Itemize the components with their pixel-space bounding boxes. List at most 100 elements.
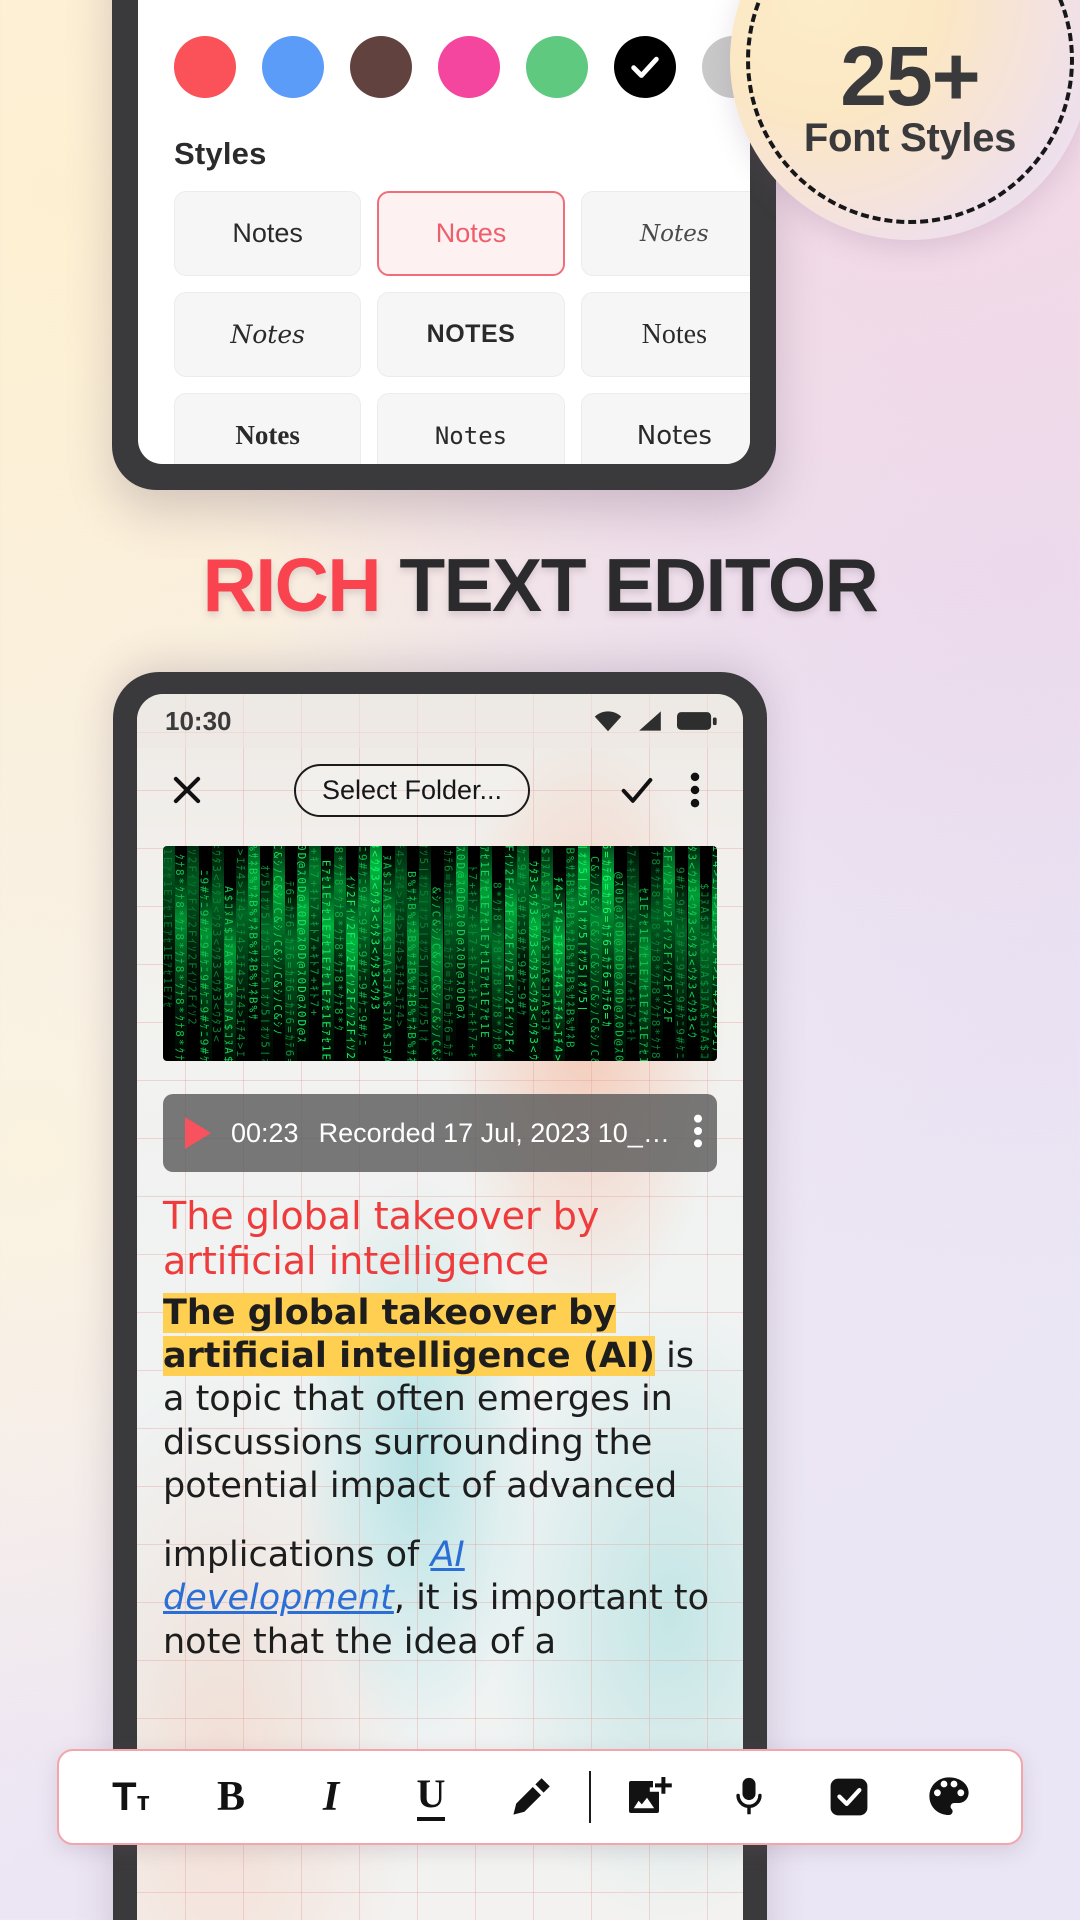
swatch-brown[interactable]	[350, 36, 412, 98]
badge-number: 25+	[840, 28, 980, 123]
styles-section-title: Styles	[174, 136, 267, 171]
page-title-accent: RICH	[202, 543, 382, 627]
app-bar-actions	[611, 764, 721, 816]
color-swatch-row	[174, 36, 750, 98]
matrix-code-column: %ｻﾈB%ｻﾈB%ｻﾈB%ｻﾈB%ｻﾈB%ｻﾈB%ｻ	[248, 846, 261, 1027]
page-title-main: TEXT EDITOR	[399, 543, 879, 627]
page-title: RICH TEXT EDITOR	[0, 542, 1080, 628]
style-card-0[interactable]: Notes	[174, 191, 362, 276]
swatch-red[interactable]	[174, 36, 236, 98]
styles-grid: Notes Notes Notes Notes NOTES Notes Note…	[174, 191, 750, 464]
color-palette-button[interactable]	[899, 1751, 999, 1843]
select-folder-button[interactable]: Select Folder...	[293, 763, 531, 817]
italic-button[interactable]: I	[281, 1751, 381, 1843]
style-card-5[interactable]: Notes	[580, 292, 750, 377]
matrix-code-column: ﾁ4>ｴﾁ4>ｴﾁ4>ｴﾁ4>ｴﾁ4>ｴﾁ4>ｴﾁ4	[553, 877, 566, 1061]
matrix-code-column: #ｹﾆ9#ｹﾆ9#ｹﾆ9#ｹﾆ9#ｹﾆ9#ｹﾆ9#ｹ	[516, 846, 529, 1023]
style-card-1-active[interactable]: Notes	[377, 191, 565, 276]
matrix-code-column: 2Fｲｿ2Fｲｿ2Fｲｿ2Fｲｿ2Fｲｿ2Fｲｿ2F	[663, 846, 676, 1029]
add-image-button[interactable]	[599, 1751, 699, 1843]
matrix-code-column: ｶﾃ6=ｶﾃ6=ｶﾃ6=ｶﾃ6=ｶﾃ6=ｶﾃ6=ｶﾃ	[443, 850, 456, 1061]
underline-icon: U	[416, 1773, 446, 1821]
note-paragraph: The global takeover by artificial intell…	[163, 1292, 717, 1509]
style-card-4[interactable]: NOTES	[377, 292, 565, 377]
battery-icon	[677, 712, 717, 730]
matrix-code-column: ﾆ9#ｹﾆ9#ｹﾆ9#ｹﾆ9#ｹﾆ9#ｹﾆ9#ｹﾆ9	[199, 870, 212, 1061]
matrix-code-image[interactable]: ｱｾ1Eｱｾ1Eｱｾ1Eｱｾ1Eｱｾ1Eｱｾ1Eｱｾｸﾅ8*ｸﾅ8*ｸﾅ8*ｸﾅ…	[163, 846, 717, 1061]
matrix-code-column: ｺﾇA$ｺﾇA$ｺﾇA$ｺﾇA$ｺﾇA$ｺﾇA$ｺﾇ	[541, 846, 554, 1039]
matrix-code-column: |ｵﾂ5|ｵﾂ5|ｵﾂ5|ｵﾂ5|ｵﾂ5|ｵﾂ5|ｵ	[419, 846, 432, 1049]
matrix-code-column: C&ｼﾉC&ｼﾉC&ｼﾉC&ｼﾉC&ｼﾉC&ｼﾉC&	[590, 856, 602, 1061]
note-tail-before: implications of	[163, 1535, 431, 1575]
swatch-pink[interactable]	[438, 36, 500, 98]
matrix-code-column: $ｺﾇA$ｺﾇA$ｺﾇA$ｺﾇA$ｺﾇA$ｺﾇA$ｺ	[699, 883, 712, 1061]
text-size-icon: Tт	[112, 1775, 150, 1819]
matrix-code-column: 8*ｸﾅ8*ｸﾅ8*ｸﾅ8*ｸﾅ8*ｸﾅ8*ｸﾅ8*	[492, 882, 505, 1061]
audio-menu-button[interactable]	[677, 1114, 703, 1153]
matrix-code-column: ﾀ3<ｳﾀ3<ｳﾀ3<ｳﾀ3<ｳﾀ3<ｳﾀ3<ｳﾀ3	[370, 846, 383, 1017]
play-icon[interactable]	[185, 1117, 211, 1149]
matrix-code-column: 3<ｳﾀ3<ｳﾀ3<ｳﾀ3<ｳﾀ3<ｳﾀ3<ｳﾀ3<	[211, 846, 224, 1048]
badge-subtitle: Font Styles	[803, 116, 1017, 161]
status-bar-time: 10:30	[165, 705, 232, 736]
matrix-code-column: ｳﾀ3<ｳﾀ3<ｳﾀ3<ｳﾀ3<ｳﾀ3<ｳﾀ3<ｳﾀ	[529, 861, 541, 1061]
signal-icon	[639, 711, 661, 731]
note-paragraph-tail: implications of AI development, it is im…	[163, 1534, 717, 1664]
matrix-code-column: ﾈB%ｻﾈB%ｻﾈB%ｻﾈB%ｻﾈB%ｻﾈB%ｻﾈB	[565, 846, 578, 1055]
overflow-menu-button[interactable]	[669, 764, 721, 816]
note-highlighted-text: The global takeover by artificial intell…	[163, 1292, 655, 1377]
styles-phone-frame: Styles Notes Notes Notes Notes NOTES Not…	[112, 0, 776, 490]
highlighter-button[interactable]	[481, 1751, 581, 1843]
editor-phone-frame: 10:30 Select Folder... ｱｾ1Eｱｾ1Eｱｾ1Eｱｾ	[113, 672, 767, 1920]
matrix-code-column: ﾄ7+ｷﾄ7+ｷﾄ7+ｷﾄ7+ｷﾄ7+ｷﾄ7+ｷﾄ7	[468, 866, 480, 1061]
matrix-code-column: 1Eｱｾ1Eｱｾ1Eｱｾ1Eｱｾ1Eｱｾ1Eｱｾ1E	[480, 846, 493, 1044]
font-styles-badge: 25+ Font Styles	[730, 0, 1080, 240]
matrix-code-column: 0D@ｽ0D@ｽ0D@ｽ0D@ｽ0D@ｽ0D@ｽ0D	[297, 846, 310, 1059]
bold-button[interactable]: B	[181, 1751, 281, 1843]
matrix-code-column: @ｽ0D@ｽ0D@ｽ0D@ｽ0D@ｽ0D@ｽ0D@ｽ	[614, 872, 627, 1061]
style-card-7[interactable]: Notes	[377, 393, 565, 464]
audio-attachment-row[interactable]: 00:23 Recorded 17 Jul, 2023 10_43 ...	[163, 1094, 717, 1172]
style-card-2[interactable]: Notes	[580, 191, 750, 276]
style-card-8[interactable]: Notes	[580, 393, 750, 464]
swatch-blue[interactable]	[262, 36, 324, 98]
bold-icon: B	[216, 1774, 245, 1820]
more-vertical-icon	[693, 1114, 703, 1147]
matrix-code-column: =ｶﾃ6=ｶﾃ6=ｶﾃ6=ｶﾃ6=ｶﾃ6=ｶﾃ6=ｶ	[602, 846, 615, 1034]
close-button[interactable]	[161, 764, 213, 816]
swatch-black-selected[interactable]	[614, 36, 676, 98]
save-button[interactable]	[611, 764, 663, 816]
more-vertical-icon	[690, 772, 700, 808]
matrix-code-column: 7+ｷﾄ7+ｷﾄ7+ｷﾄ7+ｷﾄ7+ｷﾄ7+ｷﾄ7+	[309, 846, 322, 1022]
color-palette-icon	[929, 1777, 969, 1815]
editor-phone-screen: 10:30 Select Folder... ｱｾ1Eｱｾ1Eｱｾ1Eｱｾ	[137, 694, 743, 1920]
underline-button[interactable]: U	[381, 1751, 481, 1843]
matrix-code-column: 5|ｵﾂ5|ｵﾂ5|ｵﾂ5|ｵﾂ5|ｵﾂ5|ｵﾂ5|	[577, 846, 590, 1018]
matrix-code-column: B%ｻﾈB%ｻﾈB%ｻﾈB%ｻﾈB%ｻﾈB%ｻﾈB%	[407, 871, 419, 1061]
matrix-code-column: ｴﾁ4>ｴﾁ4>ｴﾁ4>ｴﾁ4>ｴﾁ4>ｴﾁ4>ｴﾁ	[712, 846, 717, 1061]
matrix-code-column: ｸﾅ8*ｸﾅ8*ｸﾅ8*ｸﾅ8*ｸﾅ8*ｸﾅ8*ｸﾅ	[175, 854, 188, 1061]
checklist-button[interactable]	[799, 1751, 899, 1843]
matrix-code-column: Eｱｾ1Eｱｾ1Eｱｾ1Eｱｾ1Eｱｾ1Eｱｾ1Eｱ	[321, 860, 334, 1061]
matrix-code-column: ﾅ8*ｸﾅ8*ｸﾅ8*ｸﾅ8*ｸﾅ8*ｸﾅ8*ｸﾅ8	[651, 851, 663, 1061]
matrix-code-column: ｿ2Fｲｿ2Fｲｿ2Fｲｿ2Fｲｿ2Fｲｿ2Fｲｿ2	[187, 846, 200, 1032]
style-card-6[interactable]: Notes	[174, 393, 362, 464]
add-image-icon	[629, 1777, 672, 1813]
note-content[interactable]: The global takeover by artificial intell…	[163, 1194, 717, 1509]
text-size-button[interactable]: Tт	[81, 1751, 181, 1843]
matrix-code-column: ｱｾ1Eｱｾ1Eｱｾ1Eｱｾ1Eｱｾ1Eｱｾ1Eｱｾ	[163, 846, 175, 1016]
format-toolbar: Tт B I U	[57, 1749, 1023, 1845]
matrix-code-column: ﾃ6=ｶﾃ6=ｶﾃ6=ｶﾃ6=ｶﾃ6=ｶﾃ6=ｶﾃ6	[285, 881, 297, 1061]
highlighter-pen-icon	[513, 1778, 550, 1815]
matrix-code-column: ｵﾂ5|ｵﾂ5|ｵﾂ5|ｵﾂ5|ｵﾂ5|ｵﾂ5|ｵﾂ	[260, 865, 273, 1061]
style-card-3[interactable]: Notes	[174, 292, 362, 377]
swatch-green[interactable]	[526, 36, 588, 98]
voice-record-button[interactable]	[699, 1751, 799, 1843]
check-icon	[621, 778, 653, 803]
styles-phone-screen: Styles Notes Notes Notes Notes NOTES Not…	[138, 0, 750, 464]
matrix-code-column: ｲｿ2Fｲｿ2Fｲｿ2Fｲｿ2Fｲｿ2Fｲｿ2Fｲｿ	[346, 876, 358, 1061]
matrix-code-column: ｼﾉC&ｼﾉC&ｼﾉC&ｼﾉC&ｼﾉC&ｼﾉC&ｼﾉ	[272, 846, 285, 1043]
matrix-code-column: ﾇA$ｺﾇA$ｺﾇA$ｺﾇA$ｺﾇA$ｺﾇA$ｺﾇA	[382, 855, 395, 1061]
matrix-code-column: ｾ1Eｱｾ1Eｱｾ1Eｱｾ1Eｱｾ1Eｱｾ1Eｱｾ1	[638, 888, 651, 1061]
audio-title: Recorded 17 Jul, 2023 10_43 ...	[318, 1117, 677, 1148]
